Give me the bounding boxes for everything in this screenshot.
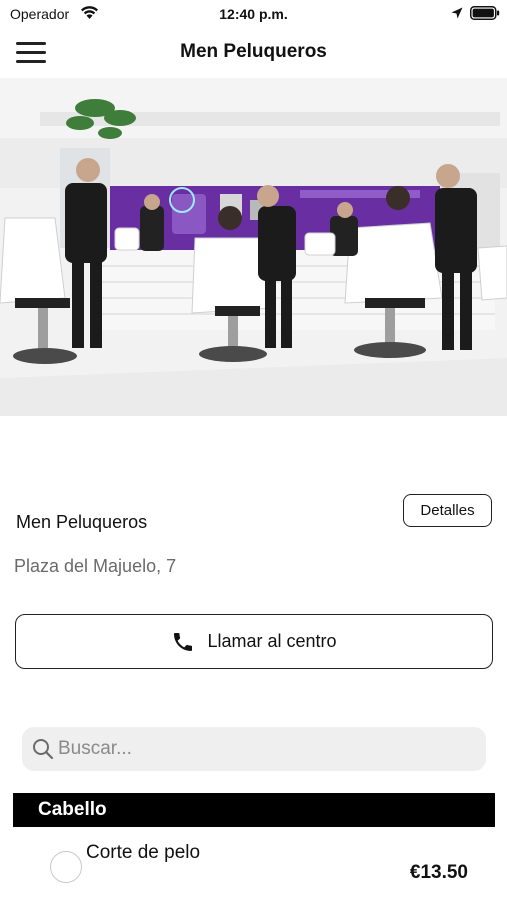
salon-address: Plaza del Majuelo, 7 bbox=[14, 556, 177, 576]
status-time: 12:40 p.m. bbox=[219, 6, 288, 22]
salon-photo bbox=[0, 78, 507, 416]
page-title: Men Peluqueros bbox=[180, 41, 327, 62]
category-header: Cabello bbox=[13, 793, 495, 827]
battery-icon bbox=[470, 6, 500, 20]
details-button[interactable]: Detalles bbox=[403, 494, 492, 527]
call-button-label: Llamar al centro bbox=[207, 631, 337, 651]
search-input[interactable] bbox=[58, 727, 478, 771]
category-label: Cabello bbox=[38, 799, 107, 820]
location-arrow-icon bbox=[451, 7, 463, 19]
status-bar: Operador 12:40 p.m. bbox=[0, 0, 507, 28]
search-icon bbox=[33, 739, 54, 760]
service-name: Corte de pelo bbox=[86, 842, 201, 863]
service-select-radio[interactable] bbox=[50, 851, 82, 883]
search-box[interactable] bbox=[22, 727, 486, 771]
salon-name: Men Peluqueros bbox=[16, 512, 148, 532]
navigation-bar: Men Peluqueros bbox=[0, 28, 507, 78]
service-list-item[interactable]: Corte de pelo €13.50 bbox=[0, 836, 507, 900]
phone-icon bbox=[174, 632, 193, 651]
service-price: €13.50 bbox=[409, 862, 468, 883]
call-center-button[interactable]: Llamar al centro bbox=[15, 614, 493, 669]
